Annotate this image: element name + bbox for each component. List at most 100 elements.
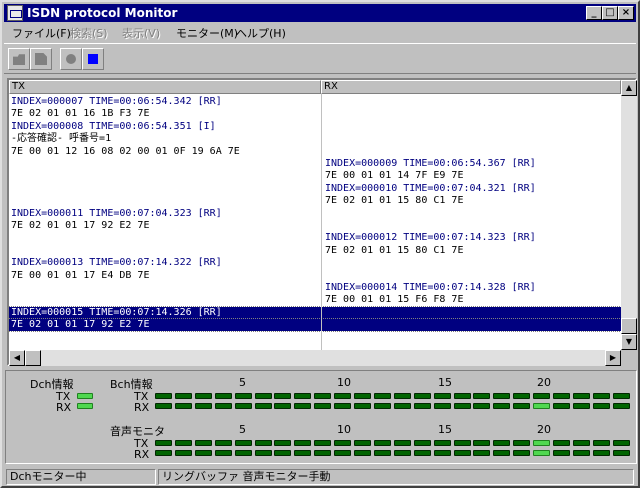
vertical-scrollbar[interactable]: ▲ ▼: [621, 80, 637, 350]
maximize-icon[interactable]: □: [602, 6, 618, 20]
voice-tx-led: [294, 440, 312, 446]
bch-rx-led: [393, 403, 411, 409]
voice-rx-label: RX: [134, 448, 150, 461]
log-row[interactable]: 7E 00 01 01 17 E4 DB 7E: [9, 270, 621, 282]
status-buffer-mode: リングバッファ 音声モニター手動: [158, 469, 634, 485]
bch-tx-led: [413, 393, 431, 399]
scroll-left-icon[interactable]: ◀: [9, 350, 25, 366]
scroll-right-icon[interactable]: ▶: [605, 350, 621, 366]
voice-rx-led: [473, 450, 491, 456]
save-file-icon: [35, 53, 47, 65]
bch-rx-led: [513, 403, 531, 409]
log-row[interactable]: INDEX=000010 TIME=00:07:04.321 [RR]: [9, 183, 621, 195]
log-row[interactable]: 7E 02 01 01 17 92 E2 7E: [9, 318, 621, 333]
horizontal-scroll-thumb[interactable]: [25, 350, 41, 366]
log-cell-tx: 7E 00 01 12 16 08 02 00 01 0F 19 6A 7E: [11, 145, 240, 157]
bch-tx-led: [274, 393, 292, 399]
column-header-rx[interactable]: RX: [321, 80, 621, 94]
bch-tx-led: [254, 393, 272, 399]
scroll-corner: [621, 350, 637, 366]
log-row[interactable]: -応答確認- 呼番号=1: [9, 133, 621, 145]
voice-rx-led: [354, 450, 371, 456]
menu-help[interactable]: ヘルプ(H): [236, 25, 286, 41]
bch-scale-5: 5: [239, 376, 246, 389]
title-bar[interactable]: ISDN protocol Monitor _ □ ×: [4, 4, 636, 22]
menu-file[interactable]: ファイル(F): [12, 25, 71, 41]
log-cell-tx: 7E 02 01 01 17 92 E2 7E: [11, 319, 150, 331]
log-row[interactable]: 7E 02 01 01 15 80 C1 7E: [9, 195, 621, 207]
log-row[interactable]: 7E 02 01 01 16 1B F3 7E: [9, 108, 621, 120]
app-icon[interactable]: [7, 5, 23, 21]
log-row[interactable]: INDEX=000014 TIME=00:07:14.328 [RR]: [9, 282, 621, 294]
horizontal-scrollbar[interactable]: ◀ ▶: [9, 350, 621, 366]
scroll-up-icon[interactable]: ▲: [621, 80, 637, 96]
log-cell-tx: -応答確認- 呼番号=1: [11, 133, 112, 145]
log-row[interactable]: INDEX=000007 TIME=00:06:54.342 [RR]: [9, 96, 621, 108]
bch-rx-led: [453, 403, 471, 409]
log-row[interactable]: 7E 00 01 01 15 F6 F8 7E: [9, 294, 621, 306]
voice-tx-led: [274, 440, 292, 446]
bch-rx-led: [473, 403, 491, 409]
voice-tx-led: [373, 440, 391, 446]
bch-rx-led: [572, 403, 590, 409]
log-cell-tx: 7E 02 01 01 17 92 E2 7E: [11, 220, 150, 231]
log-row[interactable]: INDEX=000012 TIME=00:07:14.323 [RR]: [9, 232, 621, 244]
log-cell-rx: INDEX=000014 TIME=00:07:14.328 [RR]: [325, 282, 536, 293]
voice-scale-5: 5: [239, 423, 246, 436]
menu-monitor[interactable]: モニター(M): [176, 25, 238, 41]
scroll-down-icon[interactable]: ▼: [621, 334, 637, 350]
voice-rx-led: [174, 450, 192, 456]
open-file-icon: [13, 54, 25, 65]
log-row[interactable]: INDEX=000009 TIME=00:06:54.367 [RR]: [9, 158, 621, 170]
bch-rx-label: RX: [134, 401, 150, 414]
log-row[interactable]: INDEX=000015 TIME=00:07:14.326 [RR]: [9, 305, 621, 320]
bch-rx-led: [155, 403, 172, 409]
voice-rx-led: [214, 450, 232, 456]
voice-tx-led: [155, 440, 172, 446]
log-cell-tx: INDEX=000007 TIME=00:06:54.342 [RR]: [11, 96, 222, 107]
voice-scale-20: 20: [537, 423, 551, 436]
bch-tx-led: [373, 393, 391, 399]
close-icon[interactable]: ×: [618, 6, 634, 20]
save-button[interactable]: [30, 48, 52, 70]
bch-tx-led: [214, 393, 232, 399]
voice-tx-led: [473, 440, 491, 446]
log-row[interactable]: 7E 00 01 01 14 7F E9 7E: [9, 170, 621, 182]
log-row[interactable]: INDEX=000013 TIME=00:07:14.322 [RR]: [9, 257, 621, 269]
voice-tx-led: [612, 440, 630, 446]
stop-button[interactable]: [82, 48, 104, 70]
log-header: TX RX: [9, 80, 621, 94]
bch-scale-15: 15: [438, 376, 452, 389]
voice-rx-led: [433, 450, 451, 456]
voice-tx-led: [433, 440, 451, 446]
bch-rx-led: [314, 403, 332, 409]
minimize-icon[interactable]: _: [586, 6, 602, 20]
voice-rx-led: [314, 450, 332, 456]
menu-view[interactable]: 表示(V): [122, 25, 160, 41]
log-cell-tx: INDEX=000015 TIME=00:07:14.326 [RR]: [11, 306, 222, 318]
log-row[interactable]: INDEX=000011 TIME=00:07:04.323 [RR]: [9, 208, 621, 220]
log-row[interactable]: 7E 00 01 12 16 08 02 00 01 0F 19 6A 7E: [9, 146, 621, 158]
open-button[interactable]: [8, 48, 30, 70]
menu-search[interactable]: 検索(S): [70, 25, 108, 41]
dch-tx-led: [77, 393, 93, 399]
app-window: ISDN protocol Monitor _ □ × ファイル(F) 検索(S…: [0, 0, 640, 488]
voice-tx-led: [572, 440, 590, 446]
record-button[interactable]: [60, 48, 82, 70]
column-header-tx[interactable]: TX: [9, 80, 321, 94]
vertical-scroll-thumb[interactable]: [621, 318, 637, 334]
bch-tx-led: [433, 393, 451, 399]
voice-tx-led: [413, 440, 431, 446]
log-cell-rx: 7E 00 01 01 15 F6 F8 7E: [325, 294, 464, 306]
voice-rx-led: [194, 450, 212, 456]
bch-rx-led: [533, 403, 551, 409]
voice-rx-led: [453, 450, 471, 456]
log-row[interactable]: INDEX=000008 TIME=00:06:54.351 [I]: [9, 121, 621, 133]
voice-rx-led: [533, 450, 551, 456]
log-row[interactable]: 7E 02 01 01 17 92 E2 7E: [9, 220, 621, 232]
voice-tx-led: [174, 440, 192, 446]
bch-tx-led: [234, 393, 252, 399]
log-row[interactable]: 7E 02 01 01 15 80 C1 7E: [9, 245, 621, 257]
log-list[interactable]: INDEX=000007 TIME=00:06:54.342 [RR] 7E 02…: [9, 94, 621, 350]
log-cell-rx: 7E 00 01 01 14 7F E9 7E: [325, 170, 464, 182]
